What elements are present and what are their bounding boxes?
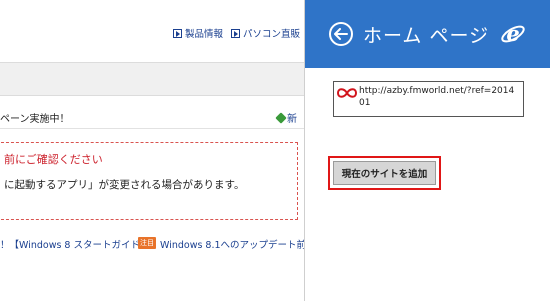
web-page-background: 製品情報 パソコン直販 ペーン実施中！ 新 前にご確認ください に起動するアプリ…: [0, 0, 305, 301]
nav-link-product-info-label: 製品情報: [184, 29, 223, 40]
notice-title: 前にご確認ください: [4, 153, 103, 166]
link-windows81-update[interactable]: Windows 8.1へのアップデート前に: [160, 237, 304, 251]
attention-badge: 注目: [138, 237, 156, 249]
site-url: http://azby.fmworld.net/?ref=201401: [359, 86, 515, 108]
link-windows8-start-guide[interactable]: ！【Windows 8 スタートガイド】: [0, 237, 150, 251]
ie-logo-icon: e: [501, 21, 525, 46]
campaign-row: ペーン実施中！ 新: [0, 110, 304, 125]
pencil-icon: [275, 111, 287, 124]
fujitsu-logo-icon: [337, 88, 357, 98]
nav-link-pc-direct[interactable]: パソコン直販: [230, 26, 300, 40]
home-page-settings-panel: ホーム ページ e http://azby.fmworld.net/?ref=2…: [305, 0, 550, 301]
top-navigation: 製品情報 パソコン直販: [172, 26, 300, 40]
nav-link-product-info[interactable]: 製品情報: [172, 26, 223, 40]
divider: [0, 128, 304, 129]
highlight-frame: 現在のサイトを追加: [328, 156, 441, 190]
notice-body: に起動するアプリ」が変更される場合があります。: [4, 179, 245, 191]
back-button[interactable]: [329, 22, 353, 46]
panel-header: ホーム ページ e: [305, 0, 550, 68]
header-band: [0, 62, 304, 96]
arrow-box-icon: [172, 28, 182, 38]
campaign-new-label: 新: [287, 114, 297, 125]
nav-link-pc-direct-label: パソコン直販: [242, 29, 300, 40]
add-current-site-button[interactable]: 現在のサイトを追加: [333, 161, 436, 185]
notice-box: 前にご確認ください に起動するアプリ」が変更される場合があります。: [0, 142, 298, 220]
panel-title: ホーム ページ: [363, 25, 490, 47]
campaign-new-link[interactable]: 新: [275, 110, 297, 125]
campaign-text[interactable]: ペーン実施中！: [0, 114, 70, 125]
site-url-box: http://azby.fmworld.net/?ref=201401: [333, 81, 524, 117]
svg-text:e: e: [506, 21, 519, 46]
arrow-box-icon: [230, 28, 240, 38]
back-arrow-icon: [334, 28, 348, 40]
